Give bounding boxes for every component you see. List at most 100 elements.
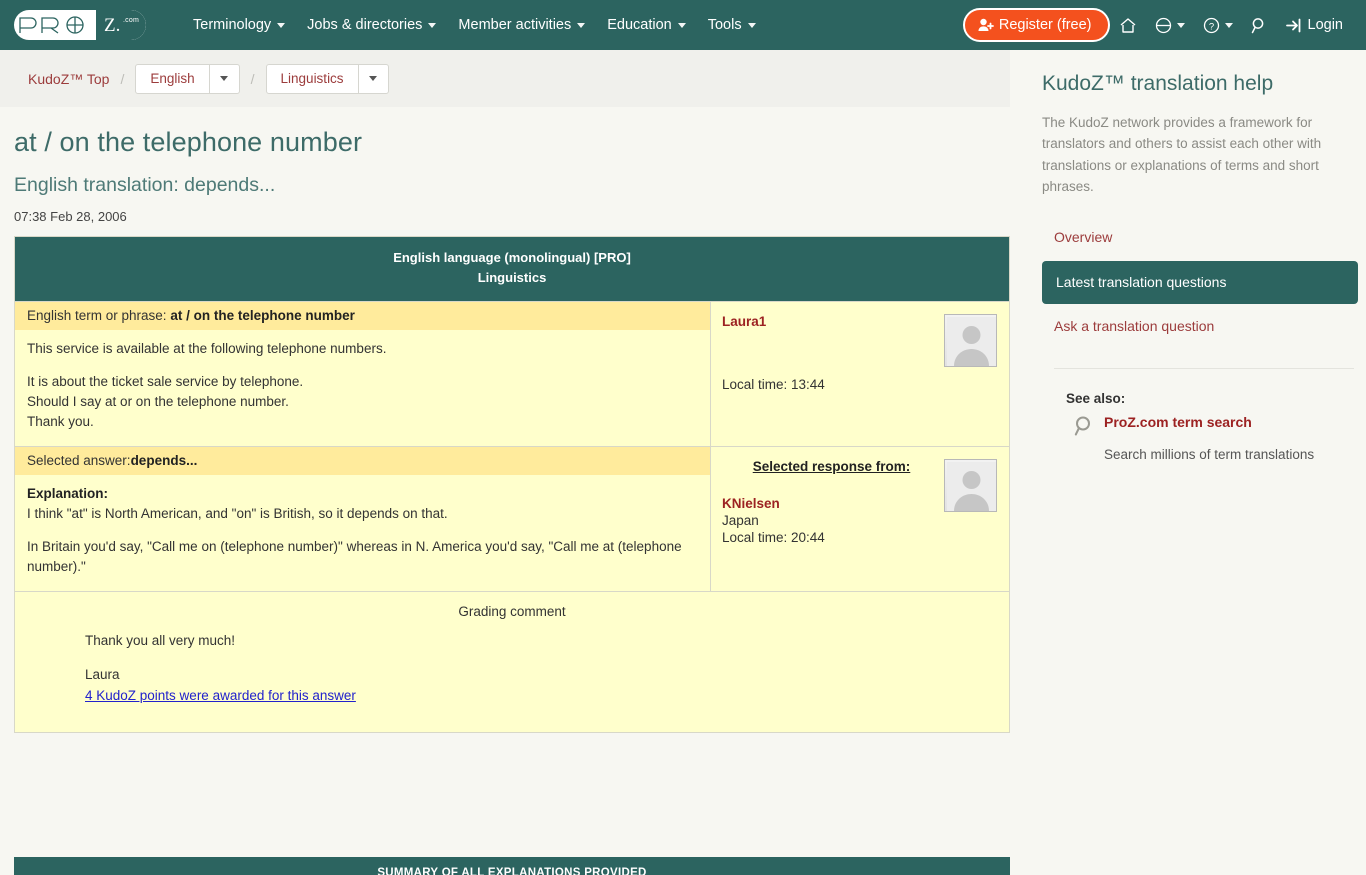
asker-cell: Laura1 Local time: 13:44: [710, 301, 1010, 447]
breadcrumb-language-dropdown[interactable]: [208, 64, 239, 93]
globe-icon: [1155, 17, 1171, 33]
breadcrumb-separator: /: [250, 70, 255, 87]
question-line: It is about the ticket sale service by t…: [27, 374, 304, 390]
breadcrumb-kudoz-top[interactable]: KudoZ™ Top: [28, 71, 109, 87]
responder-local-time: Local time: 20:44: [722, 530, 825, 546]
answer-body: Explanation: I think "at" is North Ameri…: [15, 475, 710, 591]
asker-avatar: [944, 314, 997, 368]
help-button[interactable]: ?: [1194, 13, 1242, 38]
chevron-down-icon: [428, 22, 437, 28]
language-selector-button[interactable]: [1146, 13, 1194, 38]
question-term-value: at / on the telephone number: [170, 308, 355, 324]
help-icon: ?: [1203, 17, 1219, 33]
nav-item-label: Terminology: [193, 17, 272, 33]
kudoz-qa-table: English language (monolingual) [PRO] Lin…: [14, 236, 1010, 733]
grading-comment-title: Grading comment: [458, 604, 566, 620]
chevron-down-icon: [1224, 22, 1233, 28]
question-term-label: English term or phrase:: [27, 308, 167, 324]
breadcrumb: KudoZ™ Top / English / Linguistics: [0, 50, 1010, 107]
responder-cell: Selected response from: KNielsen Japan L…: [710, 446, 1010, 592]
chevron-down-icon: [577, 22, 586, 28]
breadcrumb-language-group: English: [135, 63, 240, 94]
top-navbar: Z. .com Terminology Jobs & directories M…: [0, 0, 1366, 50]
grading-comment-body: Thank you all very much! Laura 4 KudoZ p…: [27, 631, 997, 706]
default-avatar-icon: [947, 462, 996, 512]
page-title: at / on the telephone number: [14, 127, 363, 157]
login-label: Login: [1307, 17, 1343, 33]
sidebar-tool-link-label: ProZ.com term search: [1104, 414, 1252, 431]
home-icon: [1120, 17, 1135, 33]
asker-local-time: Local time: 13:44: [722, 377, 825, 393]
question-line: Thank you.: [27, 414, 94, 430]
sidebar-item-ask-question[interactable]: Ask a translation question: [1042, 312, 1354, 340]
chevron-down-icon: [677, 22, 686, 28]
navbar-right-group: Register (free) ? Login: [962, 8, 1352, 42]
search-button[interactable]: [1242, 13, 1277, 38]
qa-header-field: Linguistics: [477, 270, 547, 286]
sidebar-description: The KudoZ network provides a framework f…: [1042, 115, 1322, 194]
chevron-down-icon: [1176, 22, 1185, 28]
main-content: at / on the telephone number English tra…: [0, 107, 1010, 875]
register-button[interactable]: Register (free): [962, 8, 1110, 42]
search-icon: [1074, 415, 1096, 442]
login-button[interactable]: Login: [1277, 13, 1352, 37]
nav-item-label: Jobs & directories: [307, 17, 423, 33]
logo-z-char: Z.: [104, 14, 121, 36]
answer-row: Selected answer:depends... Explanation: …: [14, 446, 1010, 592]
nav-item-label: Education: [607, 17, 672, 33]
grading-row: Grading comment Thank you all very much!…: [14, 591, 1010, 733]
question-cell: English term or phrase: at / on the tele…: [14, 301, 711, 447]
nav-item-tools[interactable]: Tools: [697, 11, 767, 39]
question-blank-line: [27, 359, 698, 372]
question-line: Should I say at or on the telephone numb…: [27, 394, 289, 410]
register-button-label: Register (free): [998, 17, 1092, 33]
sidebar-tool-term-search[interactable]: ProZ.com term search: [1074, 414, 1354, 442]
explanation-blank-line: [27, 524, 698, 537]
breadcrumb-field-dropdown[interactable]: [357, 64, 388, 93]
sidebar-see-also-label: See also:: [1066, 391, 1126, 407]
grading-cell: Grading comment Thank you all very much!…: [14, 591, 1010, 733]
explanation-line: In Britain you'd say, "Call me on (telep…: [27, 539, 682, 575]
selected-answer-label: Selected answer:: [27, 453, 131, 469]
login-icon: [1285, 18, 1300, 32]
sidebar-item-overview[interactable]: Overview: [1042, 223, 1354, 251]
proz-logo[interactable]: Z. .com: [14, 10, 146, 40]
default-avatar-icon: [947, 317, 996, 367]
question-body: This service is available at the followi…: [15, 330, 710, 446]
grading-blank-line: [85, 651, 997, 665]
explanation-label: Explanation:: [27, 486, 109, 502]
nav-item-label: Tools: [707, 17, 742, 33]
summary-of-explanations-bar: SUMMARY OF ALL EXPLANATIONS PROVIDED: [14, 857, 1010, 875]
explanation-line: I think "at" is North American, and "on"…: [27, 506, 448, 522]
sidebar-banner-latest-questions[interactable]: Latest translation questions: [1042, 261, 1358, 305]
svg-text:?: ?: [1208, 21, 1213, 32]
question-row: English term or phrase: at / on the tele…: [14, 301, 1010, 447]
question-timestamp: 07:38 Feb 28, 2006: [14, 209, 127, 224]
chevron-down-icon: [369, 76, 378, 81]
grading-line: Laura: [85, 667, 120, 683]
selected-answer-row: Selected answer:depends...: [15, 447, 710, 476]
nav-item-education[interactable]: Education: [596, 11, 697, 39]
breadcrumb-language-label[interactable]: English: [136, 65, 208, 93]
breadcrumb-field-group: Linguistics: [265, 63, 389, 94]
logo-com-text: .com: [123, 17, 139, 24]
responder-avatar: [944, 459, 997, 513]
home-button[interactable]: [1110, 13, 1146, 38]
logo-pro-mark: [14, 10, 96, 40]
answer-cell: Selected answer:depends... Explanation: …: [14, 446, 711, 592]
nav-item-terminology[interactable]: Terminology: [182, 11, 296, 39]
kudoz-points-link[interactable]: 4 KudoZ points were awarded for this ans…: [85, 686, 997, 706]
user-plus-icon: [978, 18, 994, 31]
nav-item-jobs-directories[interactable]: Jobs & directories: [296, 11, 447, 39]
grading-line: Thank you all very much!: [85, 633, 236, 649]
sidebar-tool-description: Search millions of term translations: [1104, 447, 1315, 463]
search-icon: [1251, 17, 1263, 33]
breadcrumb-field-label[interactable]: Linguistics: [267, 65, 358, 93]
logo-z-mark: Z. .com: [96, 10, 146, 40]
nav-item-member-activities[interactable]: Member activities: [447, 11, 596, 39]
question-line: This service is available at the followi…: [27, 341, 387, 357]
nav-item-label: Member activities: [458, 17, 572, 33]
chevron-down-icon: [220, 76, 229, 81]
qa-table-header-row: English language (monolingual) [PRO] Lin…: [14, 236, 1010, 302]
chevron-down-icon: [747, 22, 756, 28]
